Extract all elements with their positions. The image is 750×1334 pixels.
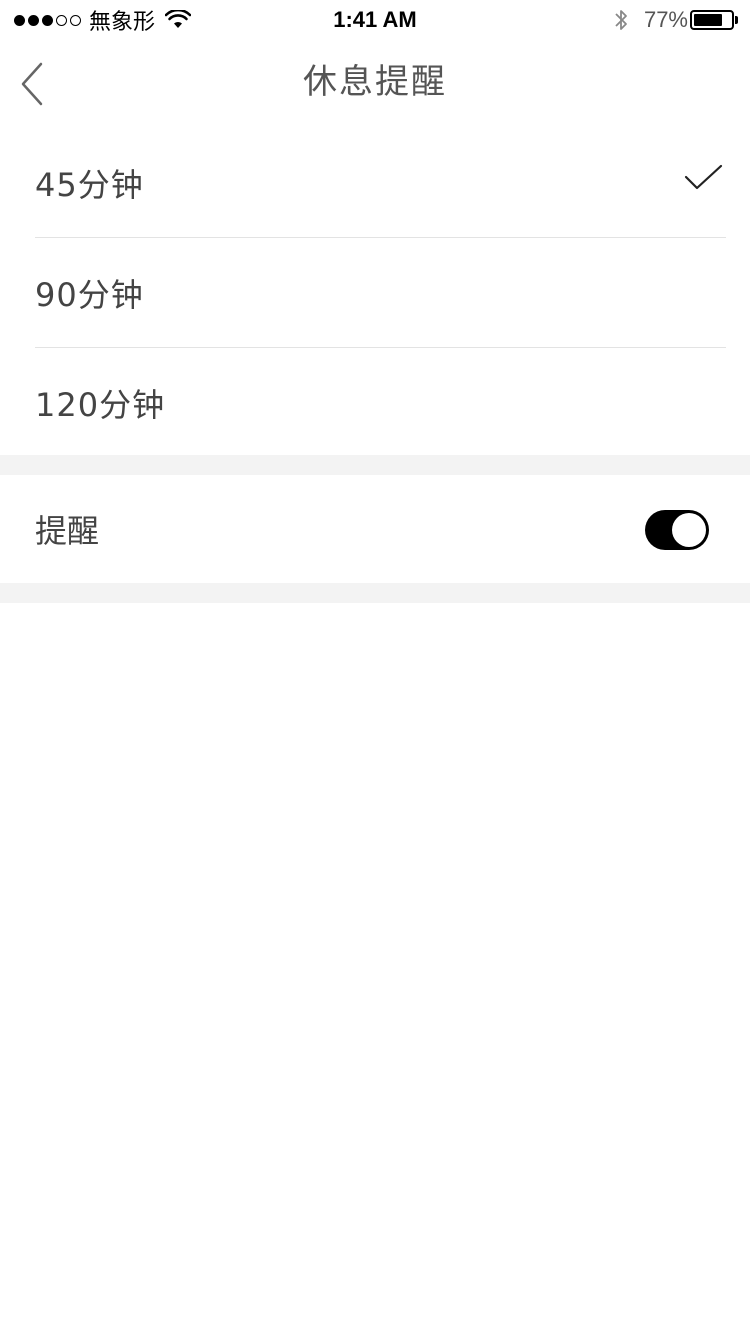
nav-bar: 休息提醒 <box>0 40 750 128</box>
status-right: 77% <box>612 6 738 34</box>
option-label: 90分钟 <box>35 275 144 314</box>
section-separator <box>0 455 750 475</box>
interval-options-list: 45分钟 90分钟 120分钟 <box>0 128 750 457</box>
reminder-setting-row: 提醒 <box>0 475 750 583</box>
bluetooth-icon <box>615 10 627 30</box>
option-label: 120分钟 <box>35 385 166 424</box>
battery-tip <box>735 16 738 24</box>
toggle-knob <box>672 513 706 547</box>
reminder-toggle[interactable] <box>645 510 709 550</box>
reminder-label: 提醒 <box>35 512 100 550</box>
battery-icon <box>690 10 734 30</box>
battery-percent: 77% <box>643 7 688 32</box>
option-label: 45分钟 <box>35 165 144 204</box>
section-separator <box>0 583 750 603</box>
option-90-minutes[interactable]: 90分钟 <box>35 238 726 348</box>
option-120-minutes[interactable]: 120分钟 <box>35 348 726 457</box>
option-45-minutes[interactable]: 45分钟 <box>35 128 726 238</box>
status-bar: 無象形 1:41 AM 77% <box>0 0 750 40</box>
checkmark-icon <box>684 164 723 190</box>
page-title: 休息提醒 <box>303 62 447 102</box>
battery-level <box>694 14 722 26</box>
